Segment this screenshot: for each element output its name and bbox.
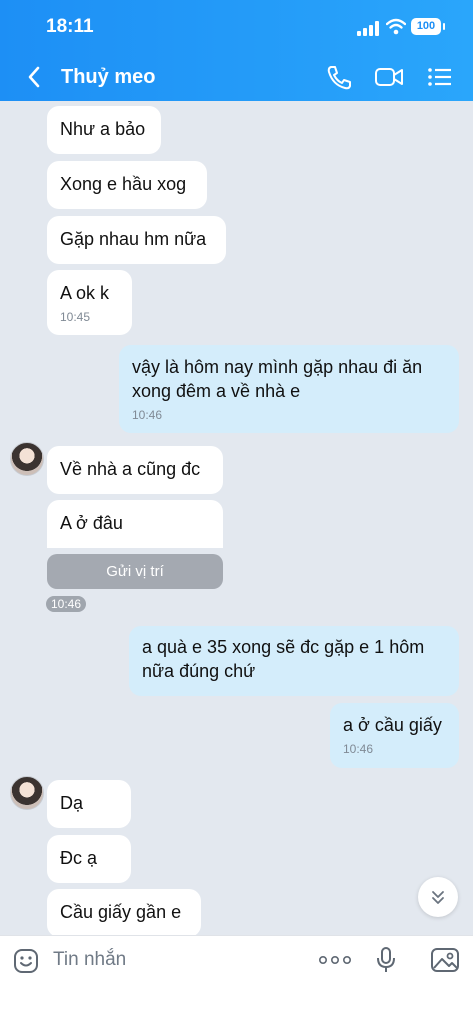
message-text: Về nhà a cũng đc <box>60 459 201 479</box>
incoming-message[interactable]: Đc ạ <box>47 835 131 883</box>
message-text-line: xong đêm a về nhà e <box>132 381 301 401</box>
microphone-icon[interactable] <box>376 946 396 974</box>
chat-header: 18:11 100 Thuỷ meo <box>0 0 473 101</box>
contact-name[interactable]: Thuỷ meo <box>61 66 155 89</box>
message-text: Dạ <box>60 793 84 813</box>
incoming-message[interactable]: Xong e hầu xog <box>47 161 207 209</box>
message-time-pill: 10:46 <box>46 596 87 612</box>
message-composer: Tin nhắn <box>0 935 473 1025</box>
battery-icon: 100 <box>411 18 445 35</box>
contact-avatar[interactable] <box>10 442 44 476</box>
message-text-line: a quà e 35 xong sẽ đc gặp e 1 hôm <box>142 637 425 657</box>
message-time: 10:46 <box>132 408 163 422</box>
outgoing-message[interactable]: vậy là hôm nay mình gặp nhau đi ăn xong … <box>119 345 459 433</box>
message-text: A ở đâu <box>60 513 123 533</box>
message-text: Cầu giấy gần e <box>60 902 182 922</box>
message-text: a ở cầu giấy <box>343 715 442 735</box>
signal-icon <box>357 20 381 36</box>
message-text: A ok k <box>60 283 110 303</box>
sticker-emoji-icon[interactable] <box>13 948 39 974</box>
image-gallery-icon[interactable] <box>430 946 460 974</box>
double-chevron-down-icon <box>432 891 444 904</box>
message-text: Đc ạ <box>60 848 98 868</box>
scroll-to-bottom-button[interactable] <box>418 877 458 917</box>
message-time: 10:46 <box>343 742 374 756</box>
message-text: Như a bảo <box>60 119 146 139</box>
status-bar: 18:11 100 <box>0 14 473 40</box>
menu-list-icon[interactable] <box>426 64 454 90</box>
phone-icon[interactable] <box>325 64 353 90</box>
wifi-icon <box>386 18 406 35</box>
outgoing-message[interactable]: a quà e 35 xong sẽ đc gặp e 1 hôm nữa đú… <box>129 626 459 696</box>
outgoing-message[interactable]: a ở cầu giấy 10:46 <box>330 703 459 768</box>
incoming-message[interactable]: A ở đâu <box>47 500 223 548</box>
video-call-icon[interactable] <box>374 64 404 90</box>
incoming-message[interactable]: A ok k 10:45 <box>47 270 132 335</box>
message-text-line: vậy là hôm nay mình gặp nhau đi ăn <box>132 357 423 377</box>
contact-avatar[interactable] <box>10 776 44 810</box>
incoming-message[interactable]: Dạ <box>47 780 131 828</box>
message-text-line: nữa đúng chứ <box>142 661 256 681</box>
message-text: Gặp nhau hm nữa <box>60 229 207 249</box>
incoming-message[interactable]: Gặp nhau hm nữa <box>47 216 226 264</box>
nav-bar: Thuỷ meo <box>0 60 473 94</box>
more-options-icon[interactable] <box>318 950 352 970</box>
incoming-message[interactable]: Như a bảo <box>47 106 161 154</box>
send-location-button[interactable]: Gửi vị trí <box>47 554 223 589</box>
message-text: Xong e hầu xog <box>60 174 187 194</box>
status-time: 18:11 <box>46 16 94 37</box>
incoming-message[interactable]: Về nhà a cũng đc <box>47 446 223 494</box>
message-input[interactable]: Tin nhắn <box>53 949 126 971</box>
message-time: 10:45 <box>60 310 91 324</box>
incoming-message[interactable]: Cầu giấy gần e <box>47 889 201 937</box>
back-icon[interactable] <box>24 64 44 90</box>
